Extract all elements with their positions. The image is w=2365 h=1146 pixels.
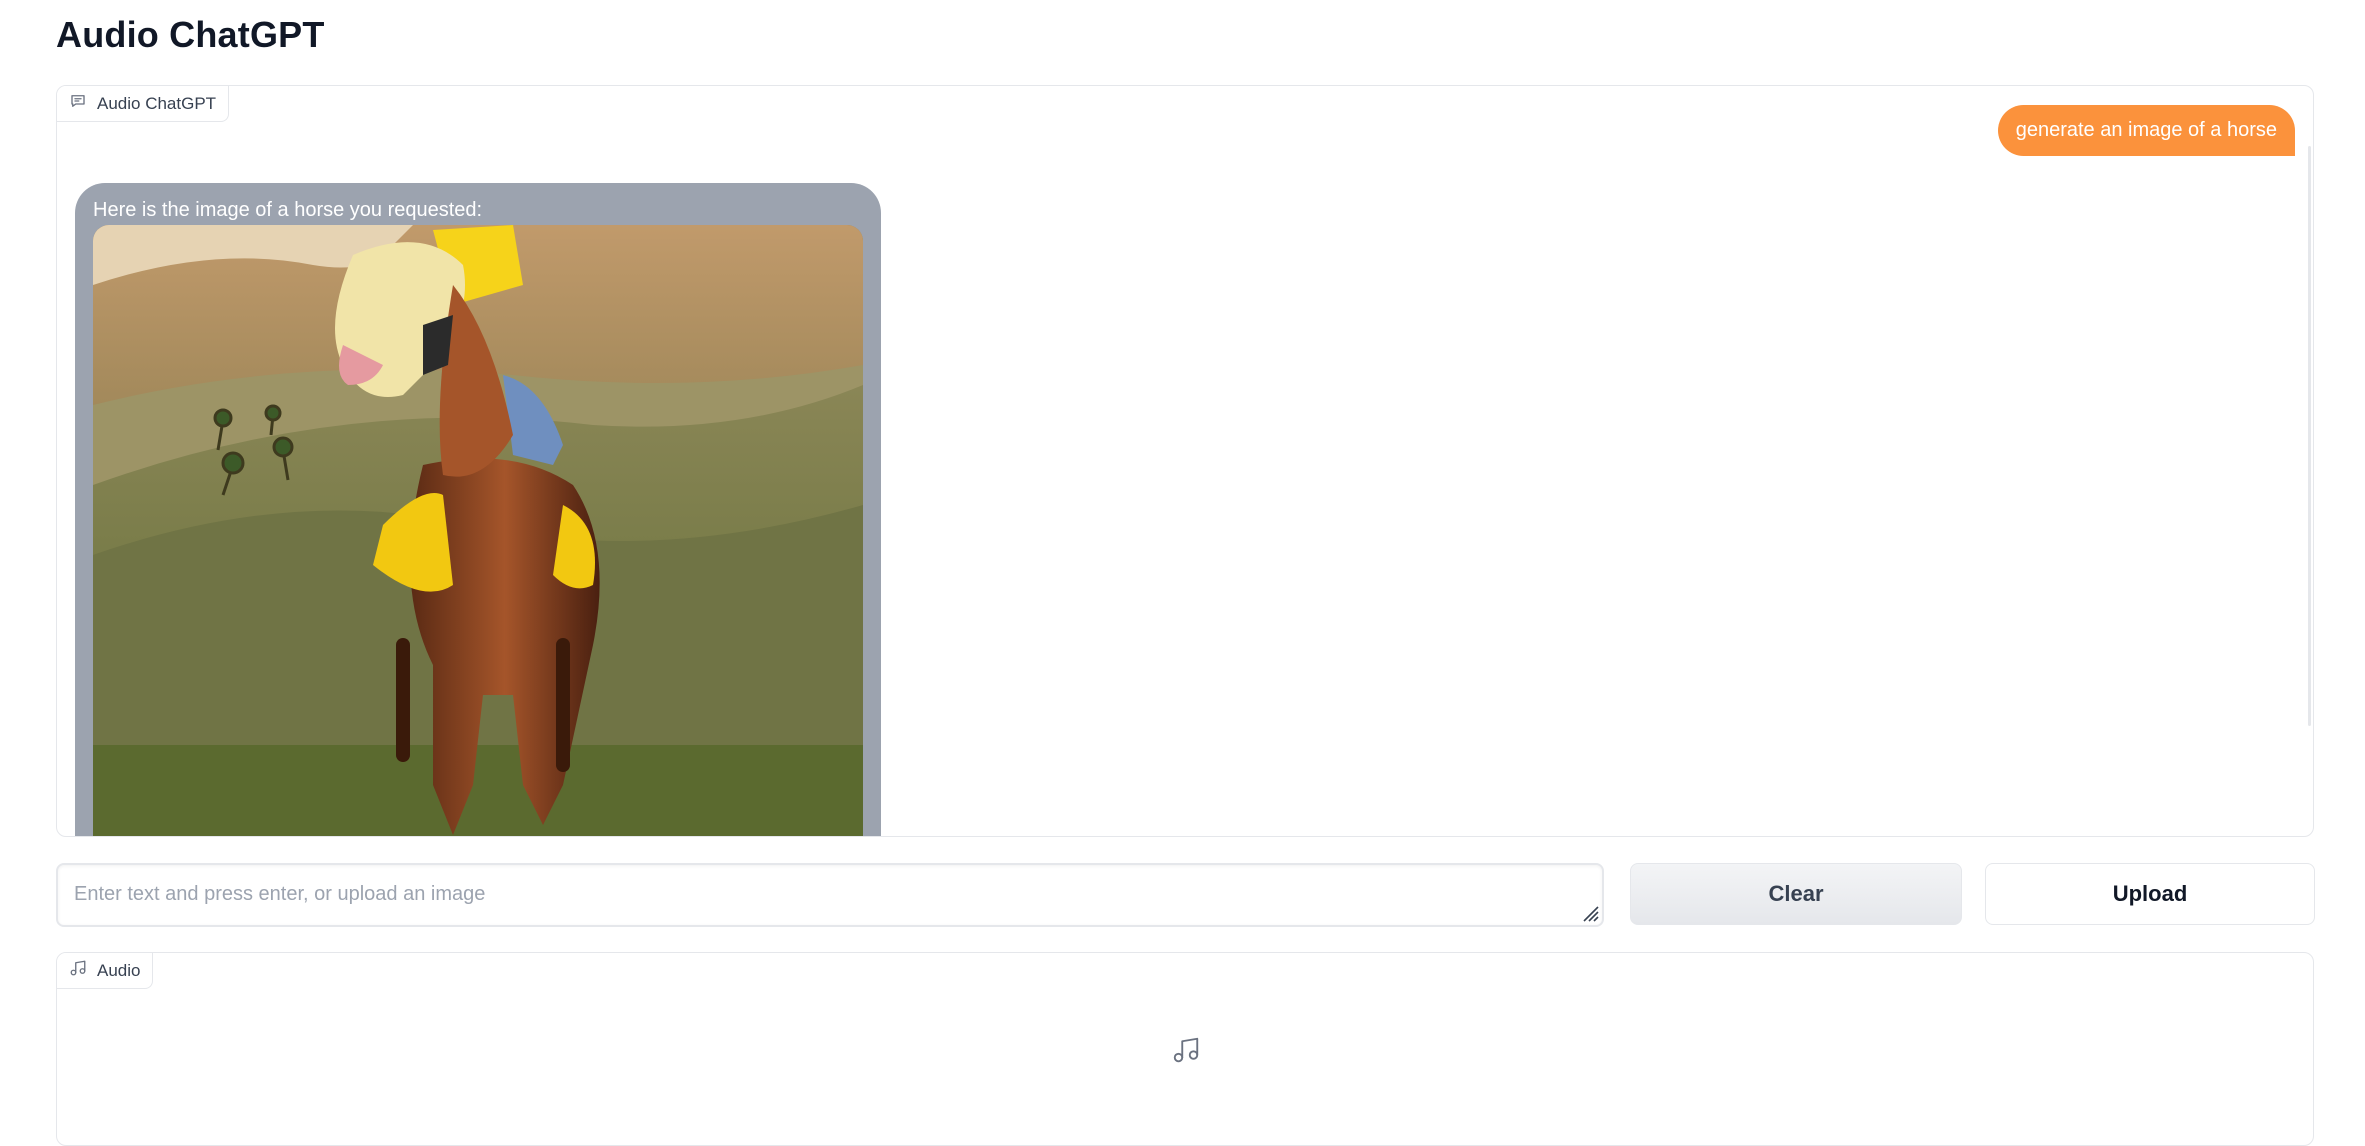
upload-button[interactable]: Upload [1985,863,2315,925]
message-input[interactable] [58,865,1602,925]
chatbot-label-text: Audio ChatGPT [97,93,217,113]
chatbot-panel[interactable]: Audio ChatGPT generate an image of a hor… [56,85,2314,837]
user-message: generate an image of a horse [1997,105,2295,156]
bot-message-text: Here is the image of a horse you request… [93,199,483,221]
audio-label-text: Audio [97,960,141,980]
music-icon [69,959,87,982]
app-page: Audio ChatGPT Audio ChatGPT generate an … [0,0,2365,1146]
chat-scrollbar[interactable] [2308,146,2311,726]
music-icon [1173,1037,1199,1063]
audio-panel[interactable]: Audio [56,952,2314,1146]
chat-icon [69,92,87,115]
bot-message: Here is the image of a horse you request… [75,183,881,836]
generated-horse-image[interactable] [93,225,863,836]
chatbot-label: Audio ChatGPT [57,86,230,122]
message-input-container [56,863,1604,927]
clear-button[interactable]: Clear [1630,863,1962,925]
audio-label: Audio [57,953,154,989]
page-title: Audio ChatGPT [56,14,325,55]
resize-handle-icon[interactable] [1578,901,1600,923]
